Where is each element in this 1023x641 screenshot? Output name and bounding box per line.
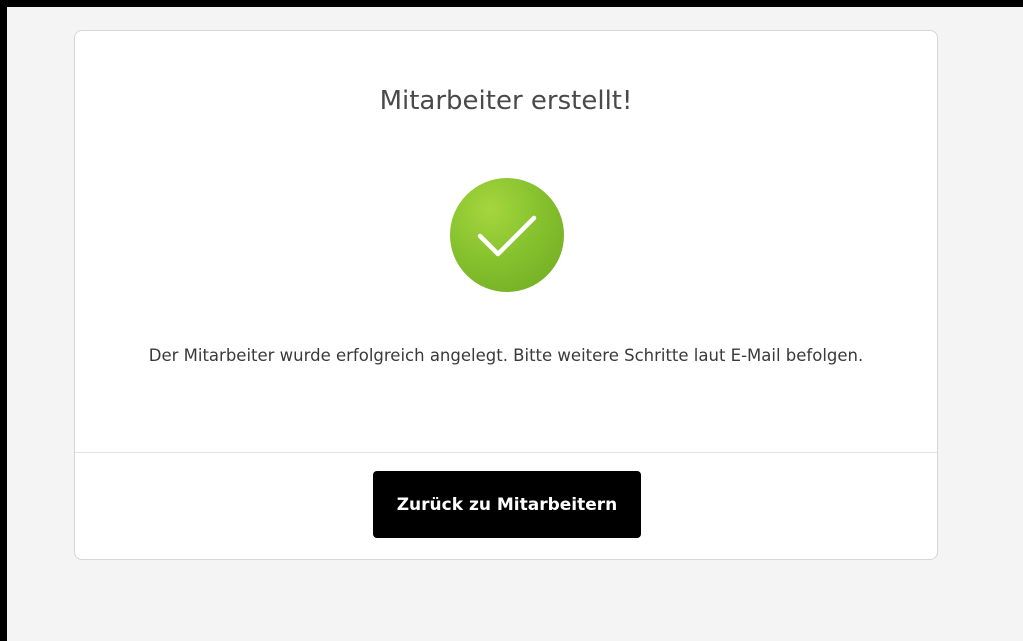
checkmark-icon xyxy=(477,215,537,257)
back-to-employees-button[interactable]: Zurück zu Mitarbeitern xyxy=(373,471,641,538)
card-divider xyxy=(75,452,937,453)
success-message: Der Mitarbeiter wurde erfolgreich angele… xyxy=(148,346,864,365)
checkmark-circle-icon xyxy=(450,178,564,292)
page-title: Mitarbeiter erstellt! xyxy=(379,86,633,116)
success-card: Mitarbeiter erstellt! Der Mitarbeiter wu… xyxy=(74,30,938,560)
page-background: Mitarbeiter erstellt! Der Mitarbeiter wu… xyxy=(7,7,1023,641)
